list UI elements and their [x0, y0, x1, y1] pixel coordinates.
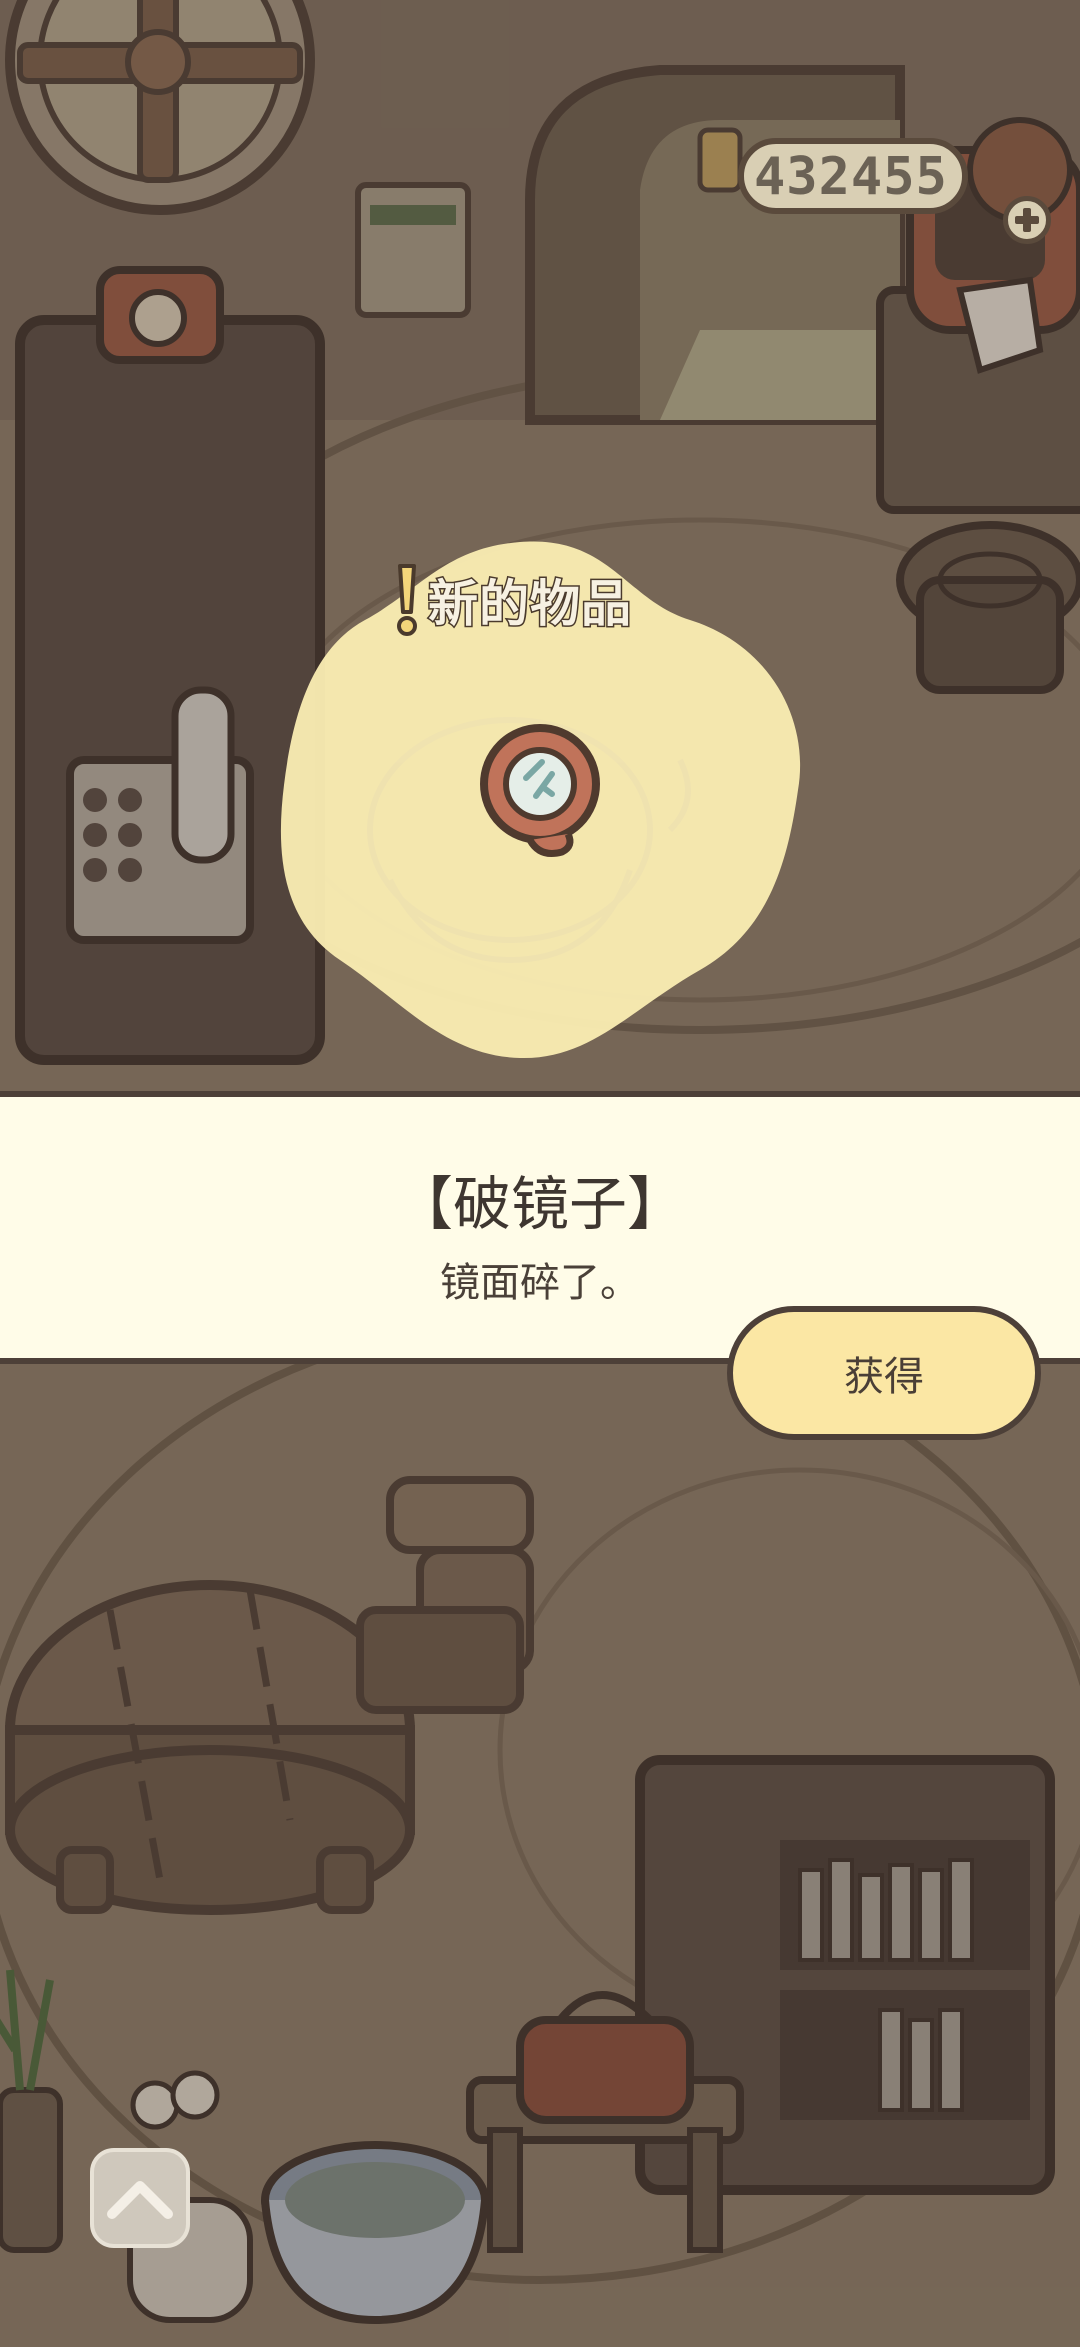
add-coins-button[interactable]: [1003, 196, 1051, 244]
wall-calendar: [355, 182, 471, 318]
coin-counter: 432455: [738, 138, 968, 214]
wooden-stool: [896, 521, 1080, 694]
plus-icon: [1015, 208, 1039, 232]
water-basin: [261, 2141, 489, 2325]
new-item-header: 新的物品: [392, 560, 633, 640]
chevron-up-icon: [107, 2181, 173, 2219]
exclamation-icon: [397, 564, 417, 636]
item-description: 镜面碎了。: [440, 1260, 640, 1306]
obtain-button[interactable]: 获得: [727, 1306, 1041, 1440]
game-screen: 432455 新的物品 【破镜子】 镜面碎了。 获得: [0, 0, 1080, 2347]
item-name: 【破镜子】: [394, 1170, 685, 1238]
broken-mirror-icon: [480, 724, 600, 857]
coin-count-value: 432455: [754, 147, 948, 207]
arched-doorway: [525, 65, 905, 425]
new-item-title: 新的物品: [427, 574, 633, 635]
expand-menu-button[interactable]: [90, 2148, 190, 2248]
